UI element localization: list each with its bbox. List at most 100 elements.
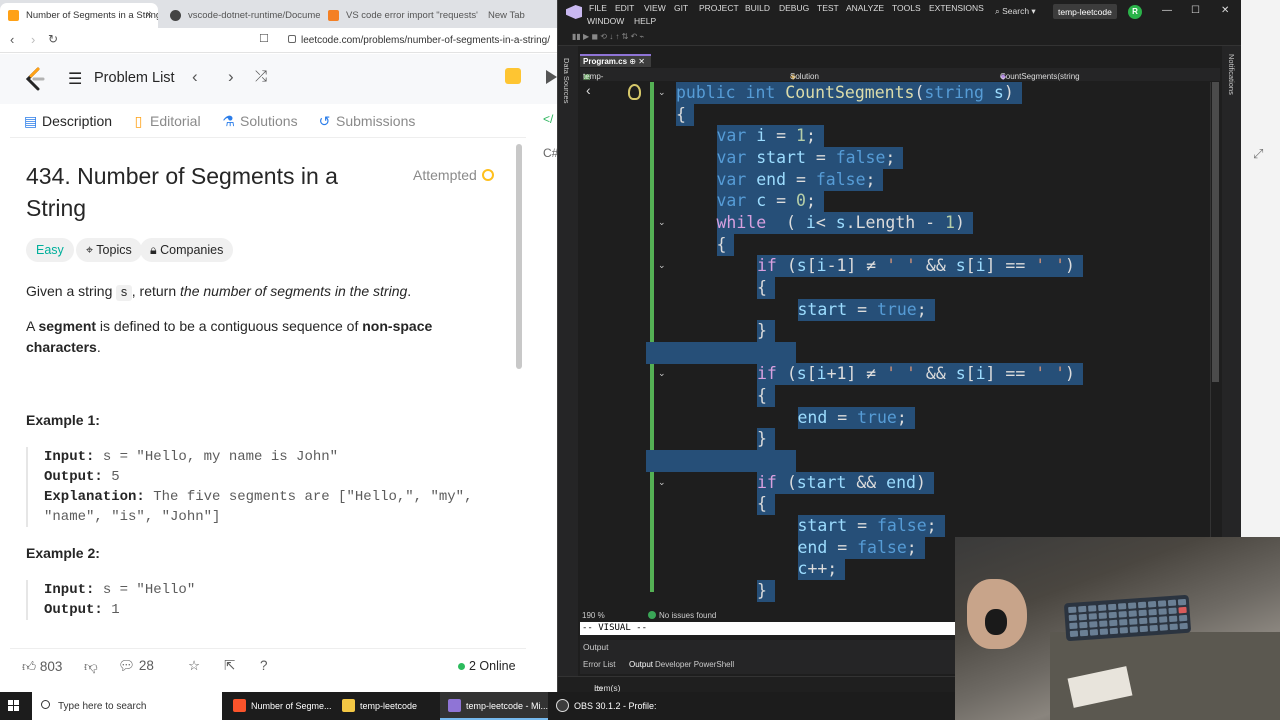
dislike-button[interactable]: 👎︎ [84, 658, 98, 675]
code-token: end [797, 537, 828, 557]
code-token: end [886, 472, 916, 492]
code-line: if (start && end) [757, 471, 934, 494]
reload-icon[interactable]: ↻ [48, 32, 58, 46]
like-button[interactable]: 👍︎ 803 [22, 658, 62, 675]
favorite-icon[interactable]: ☆ [188, 658, 200, 674]
lightbulb-icon[interactable] [628, 84, 641, 100]
help-icon[interactable]: ? [260, 658, 268, 673]
fold-chevron-icon[interactable]: ⌄ [658, 87, 666, 98]
taskbar-search-input[interactable]: Type here to search [32, 692, 222, 720]
taskbar-app-visual-studio[interactable]: temp-leetcode - Mi... [440, 692, 548, 720]
minimize-icon[interactable]: — [1162, 5, 1172, 16]
browser-tab-stackoverflow[interactable]: VS code error import "requests" co [320, 3, 478, 28]
menu-help[interactable]: HELP [634, 16, 656, 26]
menu-window[interactable]: WINDOW [587, 16, 624, 26]
tab-output[interactable]: Output [629, 660, 653, 669]
code-token: if [757, 364, 787, 384]
taskbar-app-brave[interactable]: Number of Segme... [225, 692, 333, 720]
tab-developer-powershell[interactable]: Developer PowerShell [655, 660, 734, 669]
comments-button[interactable]: 💬︎ 28 [118, 658, 154, 674]
menu-git[interactable]: GIT [674, 3, 688, 13]
menu-debug[interactable]: DEBUG [779, 3, 809, 13]
bookmark-icon[interactable]: ☐ [259, 32, 269, 45]
fold-chevron-icon[interactable]: ⌄ [658, 260, 666, 271]
companies-button[interactable]: 🔒︎ Companies [140, 238, 234, 262]
topics-button[interactable]: ⌖ Topics [76, 238, 142, 262]
difficulty-badge[interactable]: Easy [26, 238, 74, 262]
share-icon[interactable]: ⇱ [224, 658, 235, 674]
browser-tab-leetcode[interactable]: Number of Segments in a String × [0, 3, 158, 28]
issues-indicator[interactable]: No issues found [648, 611, 716, 620]
url-text: leetcode.com/problems/number-of-segments… [301, 35, 550, 46]
next-problem-icon[interactable]: › [228, 67, 234, 87]
back-navigation-icon[interactable]: ‹ [586, 82, 591, 98]
menu-test[interactable]: TEST [817, 3, 839, 13]
taskbar-app-obs[interactable]: OBS 30.1.2 - Profile:... [548, 692, 656, 720]
expand-icon[interactable]: ⤢ [1253, 146, 1263, 162]
menu-file[interactable]: FILE [589, 3, 607, 13]
editor-scrollbar-thumb[interactable] [1212, 82, 1219, 382]
forward-icon[interactable]: › [31, 32, 35, 47]
notifications-tab[interactable]: Notifications [1227, 54, 1236, 95]
visual-studio-logo-icon[interactable] [566, 5, 582, 19]
tab-description[interactable]: ▤ Description [24, 113, 112, 130]
fold-chevron-icon[interactable]: ⌄ [658, 368, 666, 379]
tab-solutions[interactable]: ⚗ Solutions [222, 113, 297, 130]
data-sources-tab[interactable]: Data Sources [562, 58, 571, 103]
pin-icon[interactable]: ⊕ ✕ [629, 57, 645, 66]
browser-tab-newtab[interactable]: New Tab [478, 3, 557, 28]
browser-tab-github[interactable]: vscode-dotnet-runtime/Documentat [162, 3, 320, 28]
avatar[interactable]: R [1128, 5, 1142, 19]
description-scrollbar[interactable] [516, 144, 522, 369]
shuffle-icon[interactable]: ⤮ [255, 68, 267, 85]
taskbar-app-explorer[interactable]: temp-leetcode [334, 692, 442, 720]
browser-tab-title: New Tab [488, 10, 525, 21]
vs-search-button[interactable]: ⌕ Search ▾ [995, 6, 1036, 17]
code-line: end = true; [797, 406, 915, 429]
menu-build[interactable]: BUILD [745, 3, 770, 13]
editor-scrollbar[interactable] [1210, 82, 1220, 610]
menu-edit[interactable]: EDIT [615, 3, 634, 13]
windows-start-icon[interactable] [8, 700, 20, 712]
problem-list-link[interactable]: Problem List [94, 70, 175, 86]
prev-problem-icon[interactable]: ‹ [192, 67, 198, 87]
close-icon[interactable]: ✕ [1221, 5, 1229, 16]
document-tab-program-cs[interactable]: Program.cs ⊕ ✕ [580, 54, 651, 67]
debug-icon[interactable] [505, 68, 521, 84]
maximize-icon[interactable]: ☐ [1191, 5, 1200, 16]
back-icon[interactable]: ‹ [10, 32, 14, 47]
zoom-level[interactable]: 190 % [582, 611, 605, 620]
menu-analyze[interactable]: ANALYZE [846, 3, 884, 13]
fold-chevron-icon[interactable]: ⌄ [658, 217, 666, 228]
code-token: +1] ≠ [826, 364, 887, 384]
menu-view[interactable]: VIEW [644, 3, 666, 13]
address-input[interactable]: leetcode.com/problems/number-of-segments… [282, 32, 557, 50]
code-token: start [797, 516, 848, 535]
toolbar-icons[interactable]: ▮▮ ▶ ◼ ⟲ ↓ ↑ ⇅ ↶ ⌁ [572, 32, 644, 41]
menu-project[interactable]: PROJECT [699, 3, 739, 13]
code-line: { [676, 103, 694, 126]
code-token: && [915, 256, 956, 276]
tab-editorial[interactable]: ▯ Editorial [132, 113, 201, 130]
code-editor[interactable]: ‹ ⌄ ⌄ ⌄ ⌄ ⌄ public int CountSegments(string … [580, 82, 1210, 610]
code-token: ( [786, 364, 797, 384]
problem-footer: 👍︎ 803 👎︎ 💬︎ 28 ☆ ⇱ ? 2 Online [10, 648, 526, 684]
code-token: } [757, 321, 767, 341]
run-icon[interactable] [546, 70, 557, 84]
leetcode-logo-icon[interactable] [24, 67, 46, 91]
menu-tools[interactable]: TOOLS [892, 3, 921, 13]
site-info-icon[interactable] [288, 35, 296, 43]
problem-tabs: ▤ Description ▯ Editorial ⚗ Solutions ↺ Subm… [10, 104, 526, 138]
tab-submissions[interactable]: ↺ Submissions [318, 113, 416, 130]
code-token: public [676, 83, 746, 102]
fold-chevron-icon[interactable]: ⌄ [658, 477, 666, 488]
menu-extensions[interactable]: EXTENSIONS [929, 3, 984, 13]
code-token: s [955, 256, 966, 276]
problem-list-icon[interactable]: ☰ [68, 69, 82, 89]
code-token: .Length - [845, 212, 946, 232]
close-tab-icon[interactable]: × [146, 9, 152, 21]
tab-error-list[interactable]: Error List [583, 660, 615, 669]
attempted-icon [481, 169, 494, 181]
vs-left-toolstrip: Data Sources [558, 46, 578, 686]
